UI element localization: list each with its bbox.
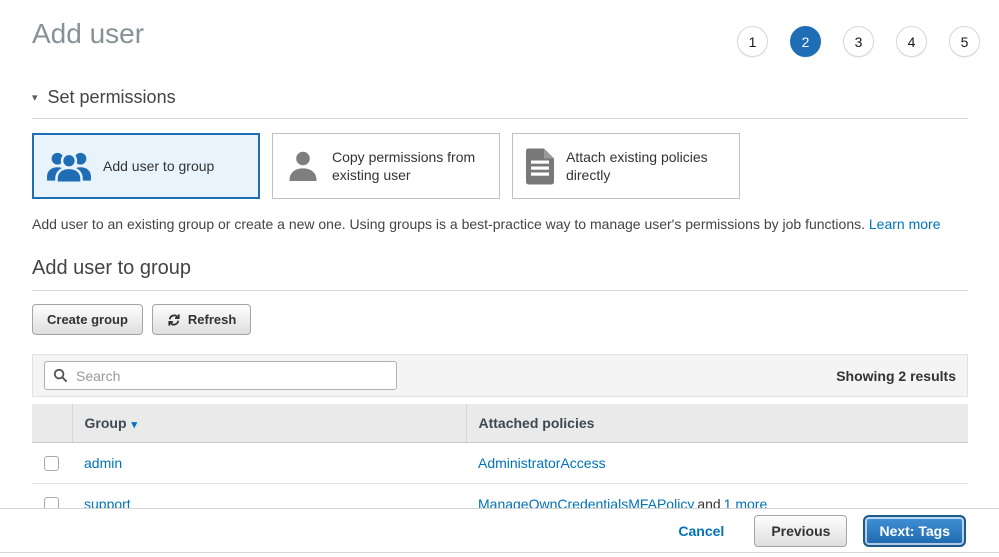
divider [32, 118, 968, 119]
group-icon [46, 149, 92, 183]
table-toolbar: Showing 2 results [32, 354, 968, 397]
step-5: 5 [949, 26, 980, 57]
search-box[interactable] [44, 361, 397, 390]
search-icon [53, 368, 68, 383]
step-indicator: 1 2 3 4 5 [737, 26, 980, 57]
policy-link[interactable]: AdministratorAccess [478, 455, 606, 471]
option-add-user-to-group[interactable]: Add user to group [32, 133, 260, 199]
option-label: Attach existing policies directly [566, 148, 727, 184]
create-group-button[interactable]: Create group [32, 304, 143, 335]
description-text: Add user to an existing group or create … [32, 216, 865, 232]
refresh-label: Refresh [188, 312, 236, 327]
group-link[interactable]: admin [84, 455, 122, 471]
step-2-active: 2 [790, 26, 821, 57]
select-column-header [32, 404, 72, 442]
permission-option-cards: Add user to group Copy permissions from … [32, 133, 968, 199]
search-input[interactable] [74, 367, 388, 385]
group-column-header[interactable]: Group▾ [72, 404, 466, 442]
policy-document-icon [525, 148, 555, 185]
section-description: Add user to an existing group or create … [32, 216, 968, 232]
row-checkbox[interactable] [44, 456, 59, 471]
group-section-title: Add user to group [32, 257, 968, 280]
refresh-icon [167, 313, 181, 327]
sort-desc-icon[interactable]: ▾ [132, 419, 138, 431]
section-title: Set permissions [48, 87, 176, 108]
cancel-link[interactable]: Cancel [678, 523, 724, 539]
previous-button[interactable]: Previous [754, 515, 847, 547]
step-4: 4 [896, 26, 927, 57]
divider [32, 290, 968, 291]
option-copy-permissions[interactable]: Copy permissions from existing user [272, 133, 500, 199]
create-group-label: Create group [47, 312, 128, 327]
policies-column-header: Attached policies [466, 404, 968, 442]
learn-more-link[interactable]: Learn more [869, 216, 941, 232]
collapse-icon: ▾ [32, 91, 38, 104]
user-icon [285, 149, 321, 183]
step-1: 1 [737, 26, 768, 57]
table-row: admin AdministratorAccess [32, 442, 968, 483]
results-count: Showing 2 results [836, 368, 956, 384]
option-label: Copy permissions from existing user [332, 148, 487, 184]
option-label: Add user to group [103, 157, 214, 175]
refresh-button[interactable]: Refresh [152, 304, 251, 335]
groups-table: Group▾ Attached policies admin Administr… [32, 404, 968, 525]
step-3: 3 [843, 26, 874, 57]
option-attach-policies[interactable]: Attach existing policies directly [512, 133, 740, 199]
table-header-row: Group▾ Attached policies [32, 404, 968, 442]
set-permissions-section-toggle[interactable]: ▾ Set permissions [32, 87, 968, 108]
wizard-footer: Cancel Previous Next: Tags [0, 508, 999, 553]
next-tags-button[interactable]: Next: Tags [863, 515, 966, 547]
